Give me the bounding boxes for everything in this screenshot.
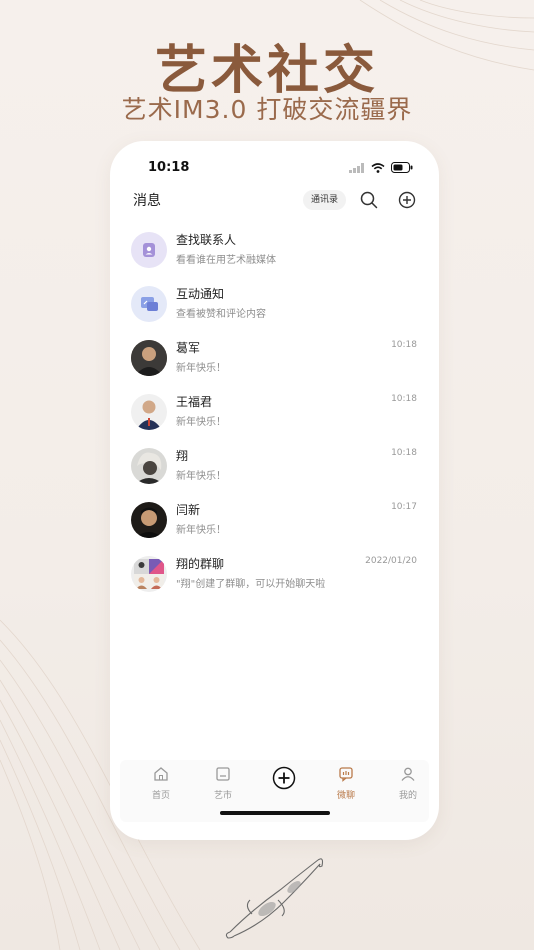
conversation-preview: 新年快乐！ — [176, 417, 226, 428]
conversation-name: 葛军 — [176, 341, 201, 355]
conversation-name: 翔的群聊 — [176, 557, 225, 571]
conversation-time: 10:18 — [391, 448, 417, 458]
conversation-preview: 看看谁在用艺术融媒体 — [176, 255, 276, 266]
search-icon[interactable] — [360, 191, 378, 209]
koi-fish-illustration — [225, 858, 324, 939]
status-icons — [349, 162, 413, 173]
conversation-name: 王福君 — [176, 395, 213, 409]
group-avatar — [131, 556, 167, 592]
conversation-time: 10:17 — [391, 502, 417, 512]
status-time: 10:18 — [148, 160, 190, 175]
chat-icon — [339, 767, 353, 782]
avatar — [131, 394, 167, 430]
conversation-preview: 新年快乐！ — [176, 363, 226, 374]
list-item-conversation[interactable]: 王福君 新年快乐！ 10:18 — [110, 387, 439, 441]
tab-chat[interactable]: 微聊 — [326, 766, 366, 801]
list-item-conversation[interactable]: 葛军 新年快乐！ 10:18 — [110, 333, 439, 387]
market-icon — [216, 767, 230, 781]
tab-home[interactable]: 首页 — [141, 766, 181, 801]
phone-frame: 10:18 消息 通讯录 查找联系人 看看谁在用艺术融媒体 互动通知 查看被赞和… — [110, 141, 439, 840]
status-bar: 10:18 — [110, 159, 439, 179]
list-item-conversation[interactable]: 翔 新年快乐！ 10:18 — [110, 441, 439, 495]
tab-label: 微聊 — [336, 791, 355, 801]
conversation-name: 翔 — [176, 449, 189, 463]
tab-label: 我的 — [398, 791, 417, 801]
messages-header: 消息 通讯录 — [110, 190, 439, 221]
list-item-notifications[interactable]: 互动通知 查看被赞和评论内容 — [110, 279, 439, 333]
avatar — [131, 340, 167, 376]
conversation-preview: 新年快乐！ — [176, 525, 226, 536]
find-contact-icon — [131, 232, 167, 268]
avatar — [131, 502, 167, 538]
tab-create[interactable] — [264, 766, 304, 794]
tab-label: 艺市 — [213, 791, 232, 801]
conversation-time: 2022/01/20 — [365, 556, 417, 566]
tab-market[interactable]: 艺市 — [203, 766, 243, 801]
conversation-name: 闫新 — [176, 503, 201, 517]
home-icon — [154, 767, 168, 781]
list-item-group-chat[interactable]: 翔的群聊 "翔"创建了群聊，可以开始聊天啦 2022/01/20 — [110, 549, 439, 603]
list-item-find-contacts[interactable]: 查找联系人 看看谁在用艺术融媒体 — [110, 225, 439, 279]
plus-circle-icon — [272, 766, 296, 790]
contacts-button[interactable]: 通讯录 — [303, 190, 347, 210]
page-title: 消息 — [133, 193, 161, 209]
conversation-name: 互动通知 — [176, 287, 225, 301]
add-icon[interactable] — [398, 191, 416, 209]
conversation-preview: 查看被赞和评论内容 — [176, 309, 266, 320]
home-indicator — [220, 811, 330, 815]
signal-icon — [349, 162, 364, 173]
tab-profile[interactable]: 我的 — [388, 766, 428, 801]
conversation-name: 查找联系人 — [176, 233, 237, 247]
conversation-time: 10:18 — [391, 340, 417, 350]
battery-icon — [391, 162, 413, 173]
profile-icon — [401, 767, 415, 781]
hero-subtitle: 艺术IM3.0 打破交流疆界 — [121, 95, 413, 124]
conversation-list: 查找联系人 看看谁在用艺术融媒体 互动通知 查看被赞和评论内容 葛军 新年快乐！… — [110, 225, 439, 603]
conversation-preview: "翔"创建了群聊，可以开始聊天啦 — [176, 579, 326, 590]
conversation-preview: 新年快乐！ — [176, 471, 226, 482]
wifi-icon — [371, 162, 385, 173]
tab-label: 首页 — [151, 791, 170, 801]
notification-icon — [131, 286, 167, 322]
conversation-time: 10:18 — [391, 394, 417, 404]
list-item-conversation[interactable]: 闫新 新年快乐！ 10:17 — [110, 495, 439, 549]
avatar — [131, 448, 167, 484]
